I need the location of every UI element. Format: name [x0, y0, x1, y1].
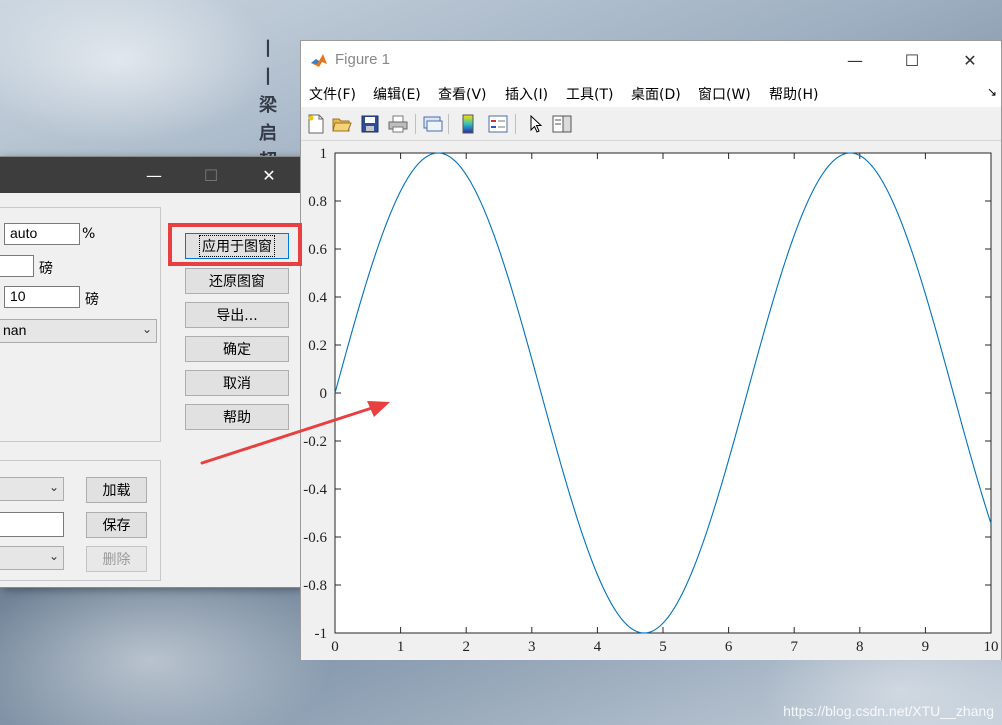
line-width-unit-label: 磅 — [39, 261, 53, 277]
link-plot-icon[interactable] — [422, 113, 444, 135]
x-tick-label: 8 — [856, 639, 864, 655]
dialog-minimize-button[interactable]: — — [131, 157, 177, 193]
apply-button-highlight — [168, 223, 302, 266]
x-tick-label: 5 — [659, 639, 667, 655]
menu-overflow-icon[interactable]: ↘ — [987, 85, 997, 99]
y-tick-label: -0.4 — [303, 482, 327, 498]
menu-file[interactable]: 文件(F) — [309, 84, 356, 104]
x-tick-label: 6 — [725, 639, 733, 655]
ok-button[interactable]: 确定 — [185, 336, 289, 362]
toolbar-separator — [448, 114, 449, 134]
font-size-input[interactable]: 10 — [4, 286, 80, 308]
y-tick-label: 0.4 — [308, 290, 327, 306]
x-tick-label: 0 — [331, 639, 339, 655]
toolbar-separator — [415, 114, 416, 134]
sine-plot: 0 1 2 3 4 5 6 7 8 9 1010.80.60.40.20-0.2-0.4-0.6-0… — [303, 146, 999, 655]
figure-menubar: 文件(F) 编辑(E) 查看(V) 插入(I) 工具(T) 桌面(D) 窗口(W… — [301, 79, 1001, 107]
y-tick-label: -0.8 — [303, 578, 327, 594]
menu-window[interactable]: 窗口(W) — [698, 84, 751, 104]
x-tick-label: 2 — [462, 639, 470, 655]
width-unit-label: % — [82, 226, 96, 242]
pointer-icon[interactable] — [525, 113, 547, 135]
calligraphy-char: 丨 — [259, 39, 277, 60]
figure-maximize-button[interactable]: ☐ — [883, 41, 941, 79]
calligraphy-char: 启 — [259, 123, 277, 144]
load-button[interactable]: 加载 — [86, 477, 147, 503]
x-tick-label: 1 — [397, 639, 405, 655]
style-select[interactable]: ⌄ — [0, 477, 64, 501]
export-setup-dialog: — ☐ ✕ auto % 磅 10 磅 nan ⌄ ⌄ ⌄ 加载 保存 删除 应… — [0, 156, 302, 588]
colorbar-icon[interactable] — [457, 113, 479, 135]
calligraphy-char: 梁 — [259, 95, 277, 116]
axes-box — [334, 152, 992, 634]
style-name-input[interactable] — [0, 512, 64, 537]
export-button[interactable]: 导出... — [185, 302, 289, 328]
property-editor-icon[interactable] — [551, 113, 573, 135]
style-delete-select[interactable]: ⌄ — [0, 546, 64, 570]
font-name-select[interactable]: nan ⌄ — [0, 319, 157, 343]
y-tick-label: -0.6 — [303, 530, 327, 546]
wallpaper-calligraphy: 丨 丨 梁 启 超 — [250, 36, 286, 176]
chevron-down-icon: ⌄ — [141, 322, 152, 336]
watermark-text: https://blog.csdn.net/XTU__zhang — [783, 703, 994, 719]
x-tick-label: 4 — [594, 639, 602, 655]
menu-edit[interactable]: 编辑(E) — [373, 84, 421, 104]
restore-figure-button[interactable]: 还原图窗 — [185, 268, 289, 294]
matlab-logo-icon — [311, 54, 327, 67]
dialog-maximize-button: ☐ — [203, 165, 219, 185]
font-size-unit-label: 磅 — [85, 292, 99, 308]
open-file-icon[interactable] — [331, 113, 353, 135]
menu-tools[interactable]: 工具(T) — [566, 84, 613, 104]
font-name-value: nan — [3, 322, 27, 338]
x-tick-label: 3 — [528, 639, 536, 655]
menu-view[interactable]: 查看(V) — [438, 84, 487, 104]
annotation-arrow — [200, 401, 390, 465]
y-tick-label: -1 — [315, 626, 328, 642]
new-figure-icon[interactable] — [305, 113, 327, 135]
chevron-down-icon: ⌄ — [48, 549, 59, 563]
y-tick-label: 0.8 — [308, 194, 327, 210]
save-icon[interactable] — [359, 113, 381, 135]
width-input[interactable]: auto — [4, 223, 80, 245]
chevron-down-icon: ⌄ — [48, 480, 59, 494]
figure-title: Figure 1 — [335, 51, 391, 68]
calligraphy-char: 丨 — [259, 67, 277, 88]
figure-toolbar — [301, 108, 1001, 141]
print-icon[interactable] — [387, 113, 409, 135]
delete-button: 删除 — [86, 546, 147, 572]
y-tick-label: 0.6 — [308, 242, 327, 258]
figure-window: Figure 1 — ☐ ✕ 文件(F) 编辑(E) 查看(V) 插入(I) 工… — [300, 40, 1002, 660]
dialog-close-button[interactable]: ✕ — [246, 157, 292, 193]
save-button[interactable]: 保存 — [86, 512, 147, 538]
cancel-button[interactable]: 取消 — [185, 370, 289, 396]
dialog-titlebar[interactable]: — ☐ ✕ — [0, 157, 301, 193]
line-width-input[interactable] — [0, 255, 34, 277]
plot-area[interactable]: 0 1 2 3 4 5 6 7 8 9 10 1 0.8 0.6 0.4 0.2 0 -0.2 -0.4 -0.6 -0… — [301, 141, 1001, 660]
x-tick-label: 7 — [790, 639, 798, 655]
y-tick-label: 1 — [320, 146, 328, 162]
menu-desktop[interactable]: 桌面(D) — [631, 84, 681, 104]
y-tick-label: 0.2 — [308, 338, 327, 354]
legend-icon[interactable] — [487, 113, 509, 135]
menu-help[interactable]: 帮助(H) — [769, 84, 818, 104]
figure-minimize-button[interactable]: — — [826, 41, 884, 79]
menu-insert[interactable]: 插入(I) — [505, 84, 548, 104]
figure-close-button[interactable]: ✕ — [941, 41, 999, 79]
figure-titlebar[interactable]: Figure 1 — ☐ ✕ — [301, 41, 1001, 79]
toolbar-separator — [515, 114, 516, 134]
x-tick-label: 10 — [984, 639, 999, 655]
x-tick-label: 9 — [922, 639, 930, 655]
